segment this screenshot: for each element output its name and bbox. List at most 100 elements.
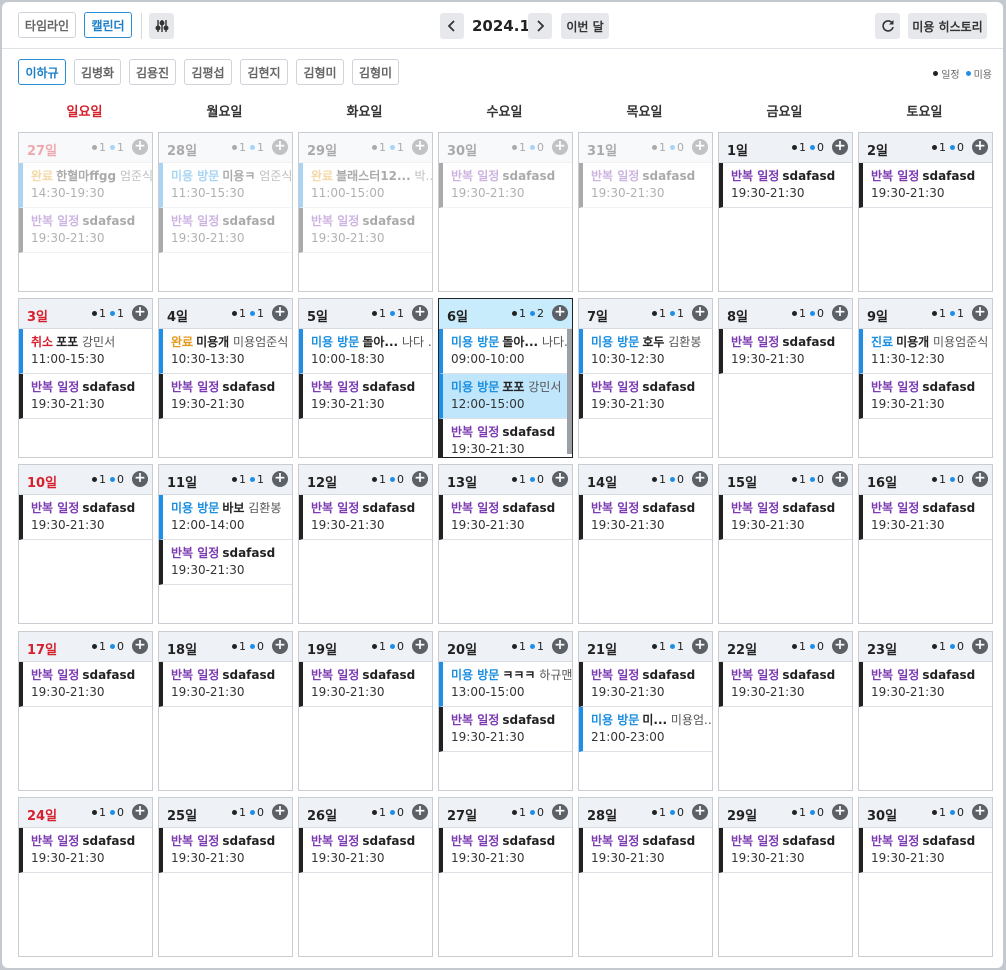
day-cell[interactable]: 11일 1 1 + 미용 방문 바보 김환봉 12:00-14:00 반복 일정 sdafasd… — [158, 464, 293, 624]
event-item[interactable]: 반복 일정 sdafasd 19:30-21:30 — [579, 828, 712, 873]
day-cell[interactable]: 29일 1 0 + 반복 일정 sdafasd 19:30-21:30 — [718, 797, 853, 957]
event-item[interactable]: 반복 일정 sdafasd 19:30-21:30 — [439, 163, 572, 208]
add-event-button[interactable]: + — [132, 804, 148, 820]
staff-chip[interactable]: 김형미 — [352, 59, 399, 85]
day-cell[interactable]: 22일 1 0 + 반복 일정 sdafasd 19:30-21:30 — [718, 631, 853, 791]
day-cell[interactable]: 27일 1 1 + 완료 한혈마ffgg 엄준식 14:30-19:30 반복 일정 sdafa… — [18, 132, 153, 292]
add-event-button[interactable]: + — [692, 804, 708, 820]
add-event-button[interactable]: + — [972, 471, 988, 487]
day-cell[interactable]: 31일 1 0 + 반복 일정 sdafasd 19:30-21:30 — [578, 132, 713, 292]
event-item[interactable]: 반복 일정 sdafasd 19:30-21:30 — [159, 662, 292, 707]
add-event-button[interactable]: + — [132, 638, 148, 654]
add-event-button[interactable]: + — [692, 638, 708, 654]
day-cell[interactable]: 28일 1 1 + 미용 방문 미용ㅋ 엄준식 11:30-15:30 반복 일정 sdafas… — [158, 132, 293, 292]
event-item[interactable]: 반복 일정 sdafasd 19:30-21:30 — [859, 374, 992, 419]
day-cell[interactable]: 30일 1 0 + 반복 일정 sdafasd 19:30-21:30 — [438, 132, 573, 292]
add-event-button[interactable]: + — [552, 638, 568, 654]
day-cell[interactable]: 14일 1 0 + 반복 일정 sdafasd 19:30-21:30 — [578, 464, 713, 624]
add-event-button[interactable]: + — [412, 471, 428, 487]
event-item[interactable]: 반복 일정 sdafasd 19:30-21:30 — [19, 374, 152, 419]
add-event-button[interactable]: + — [412, 804, 428, 820]
add-event-button[interactable]: + — [692, 471, 708, 487]
day-cell[interactable]: 28일 1 0 + 반복 일정 sdafasd 19:30-21:30 — [578, 797, 713, 957]
event-item[interactable]: 반복 일정 sdafasd 19:30-21:30 — [719, 329, 852, 374]
event-item[interactable]: 미용 방문 미용ㅋ 엄준식 11:30-15:30 — [159, 163, 292, 208]
add-event-button[interactable]: + — [972, 638, 988, 654]
day-cell[interactable]: 18일 1 0 + 반복 일정 sdafasd 19:30-21:30 — [158, 631, 293, 791]
event-item[interactable]: 완료블래스터12... 박... 11:00-15:00 — [299, 163, 432, 208]
event-item[interactable]: 반복 일정 sdafasd 19:30-21:30 — [859, 495, 992, 540]
day-cell[interactable]: 20일 1 1 + 미용 방문 ㅋㅋㅋ 하규맨 13:00-15:00 반복 일정 sdafas… — [438, 631, 573, 791]
event-item[interactable]: 반복 일정 sdafasd 19:30-21:30 — [719, 495, 852, 540]
day-cell[interactable]: 7일 1 1 + 미용 방문 호두 김환봉 10:30-12:30 반복 일정 sdafasd … — [578, 298, 713, 458]
add-event-button[interactable]: + — [272, 638, 288, 654]
event-item[interactable]: 반복 일정 sdafasd 19:30-21:30 — [19, 662, 152, 707]
event-item[interactable]: 반복 일정 sdafasd 19:30-21:30 — [719, 662, 852, 707]
add-event-button[interactable]: + — [552, 305, 568, 321]
day-cell[interactable]: 8일 1 0 + 반복 일정 sdafasd 19:30-21:30 — [718, 298, 853, 458]
day-cell[interactable]: 6일 12 + 미용 방문돌아... 나다...09:00-10:00미용 방문포포 … — [438, 298, 573, 458]
day-cell[interactable]: 13일 1 0 + 반복 일정 sdafasd 19:30-21:30 — [438, 464, 573, 624]
staff-chip[interactable]: 김평섭 — [184, 59, 232, 85]
event-item[interactable]: 진료 미용개 미용엄준식 11:30-12:30 — [859, 329, 992, 374]
event-item[interactable]: 반복 일정 sdafasd 19:30-21:30 — [439, 419, 572, 457]
event-item[interactable]: 반복 일정 sdafasd 19:30-21:30 — [159, 374, 292, 419]
next-month-button[interactable] — [528, 13, 552, 39]
event-item[interactable]: 반복 일정 sdafasd 19:30-21:30 — [299, 374, 432, 419]
event-item[interactable]: 반복 일정 sdafasd 19:30-21:30 — [19, 208, 152, 253]
event-item[interactable]: 반복 일정 sdafasd 19:30-21:30 — [439, 828, 572, 873]
day-cell[interactable]: 12일 1 0 + 반복 일정 sdafasd 19:30-21:30 — [298, 464, 433, 624]
event-item[interactable]: 미용 방문돌아... 나다...09:00-10:00 — [439, 329, 572, 374]
day-cell[interactable]: 30일 1 0 + 반복 일정 sdafasd 19:30-21:30 — [858, 797, 993, 957]
staff-chip[interactable]: 김현지 — [240, 59, 288, 85]
event-item[interactable]: 미용 방문 미... 미용엄... 21:00-23:00 — [579, 707, 712, 752]
day-cell[interactable]: 10일 1 0 + 반복 일정 sdafasd 19:30-21:30 — [18, 464, 153, 624]
timeline-view-button[interactable]: 타임라인 — [18, 12, 76, 38]
staff-chip[interactable]: 김병화 — [74, 59, 121, 85]
add-event-button[interactable]: + — [692, 305, 708, 321]
day-cell[interactable]: 29일 11 + 완료블래스터12... 박... 11:00-15:00 반복 일정sd… — [298, 132, 433, 292]
cell-scrollbar[interactable] — [567, 329, 572, 454]
day-cell[interactable]: 9일 1 1 + 진료 미용개 미용엄준식 11:30-12:30 반복 일정 sdafasd … — [858, 298, 993, 458]
event-item[interactable]: 반복 일정 sdafasd 19:30-21:30 — [159, 208, 292, 253]
event-item[interactable]: 반복 일정 sdafasd 19:30-21:30 — [719, 163, 852, 208]
event-item[interactable]: 반복 일정 sdafasd 19:30-21:30 — [579, 374, 712, 419]
event-item[interactable]: 취소 포포 강민서 11:00-15:30 — [19, 329, 152, 374]
day-cell[interactable]: 24일 1 0 + 반복 일정 sdafasd 19:30-21:30 — [18, 797, 153, 957]
event-item[interactable]: 반복 일정 sdafasd 19:30-21:30 — [439, 707, 572, 752]
add-event-button[interactable]: + — [832, 804, 848, 820]
day-cell[interactable]: 4일 1 1 + 완료 미용개 미용엄준식 10:30-13:30 반복 일정 sdafasd … — [158, 298, 293, 458]
event-item[interactable]: 반복 일정 sdafasd 19:30-21:30 — [299, 495, 432, 540]
event-item[interactable]: 반복 일정 sdafasd 19:30-21:30 — [19, 495, 152, 540]
add-event-button[interactable]: + — [972, 804, 988, 820]
event-item[interactable]: 미용 방문 포포 강민서 12:00-15:00 — [439, 374, 572, 419]
event-item[interactable]: 미용 방문 ㅋㅋㅋ 하규맨 13:00-15:00 — [439, 662, 572, 707]
event-item[interactable]: 반복 일정 sdafasd 19:30-21:30 — [439, 495, 572, 540]
day-cell[interactable]: 2일 1 0 + 반복 일정 sdafasd 19:30-21:30 — [858, 132, 993, 292]
day-cell[interactable]: 3일 1 1 + 취소 포포 강민서 11:00-15:30 반복 일정 sdafasd 19:… — [18, 298, 153, 458]
add-event-button[interactable]: + — [832, 471, 848, 487]
event-item[interactable]: 미용 방문 바보 김환봉 12:00-14:00 — [159, 495, 292, 540]
add-event-button[interactable]: + — [832, 139, 848, 155]
day-cell[interactable]: 27일 1 0 + 반복 일정 sdafasd 19:30-21:30 — [438, 797, 573, 957]
add-event-button[interactable]: + — [132, 471, 148, 487]
event-item[interactable]: 반복 일정 sdafasd 19:30-21:30 — [859, 662, 992, 707]
refresh-button[interactable] — [875, 13, 900, 39]
event-item[interactable]: 완료 한혈마ffgg 엄준식 14:30-19:30 — [19, 163, 152, 208]
calendar-view-button[interactable]: 캘린더 — [84, 12, 132, 38]
day-cell[interactable]: 19일 1 0 + 반복 일정 sdafasd 19:30-21:30 — [298, 631, 433, 791]
event-item[interactable]: 반복 일정 sdafasd 19:30-21:30 — [159, 540, 292, 585]
prev-month-button[interactable] — [440, 13, 464, 39]
add-event-button[interactable]: + — [272, 471, 288, 487]
event-item[interactable]: 반복 일정 sdafasd 19:30-21:30 — [159, 828, 292, 873]
add-event-button[interactable]: + — [272, 804, 288, 820]
staff-chip[interactable]: 김용진 — [129, 59, 176, 85]
day-cell[interactable]: 1일 1 0 + 반복 일정 sdafasd 19:30-21:30 — [718, 132, 853, 292]
event-item[interactable]: 반복 일정 sdafasd 19:30-21:30 — [859, 828, 992, 873]
day-cell[interactable]: 26일 1 0 + 반복 일정 sdafasd 19:30-21:30 — [298, 797, 433, 957]
day-cell[interactable]: 23일 1 0 + 반복 일정 sdafasd 19:30-21:30 — [858, 631, 993, 791]
event-item[interactable]: 반복 일정 sdafasd 19:30-21:30 — [579, 163, 712, 208]
event-item[interactable]: 반복 일정 sdafasd 19:30-21:30 — [719, 828, 852, 873]
event-item[interactable]: 반복 일정 sdafasd 19:30-21:30 — [299, 662, 432, 707]
event-item[interactable]: 반복 일정 sdafasd 19:30-21:30 — [19, 828, 152, 873]
